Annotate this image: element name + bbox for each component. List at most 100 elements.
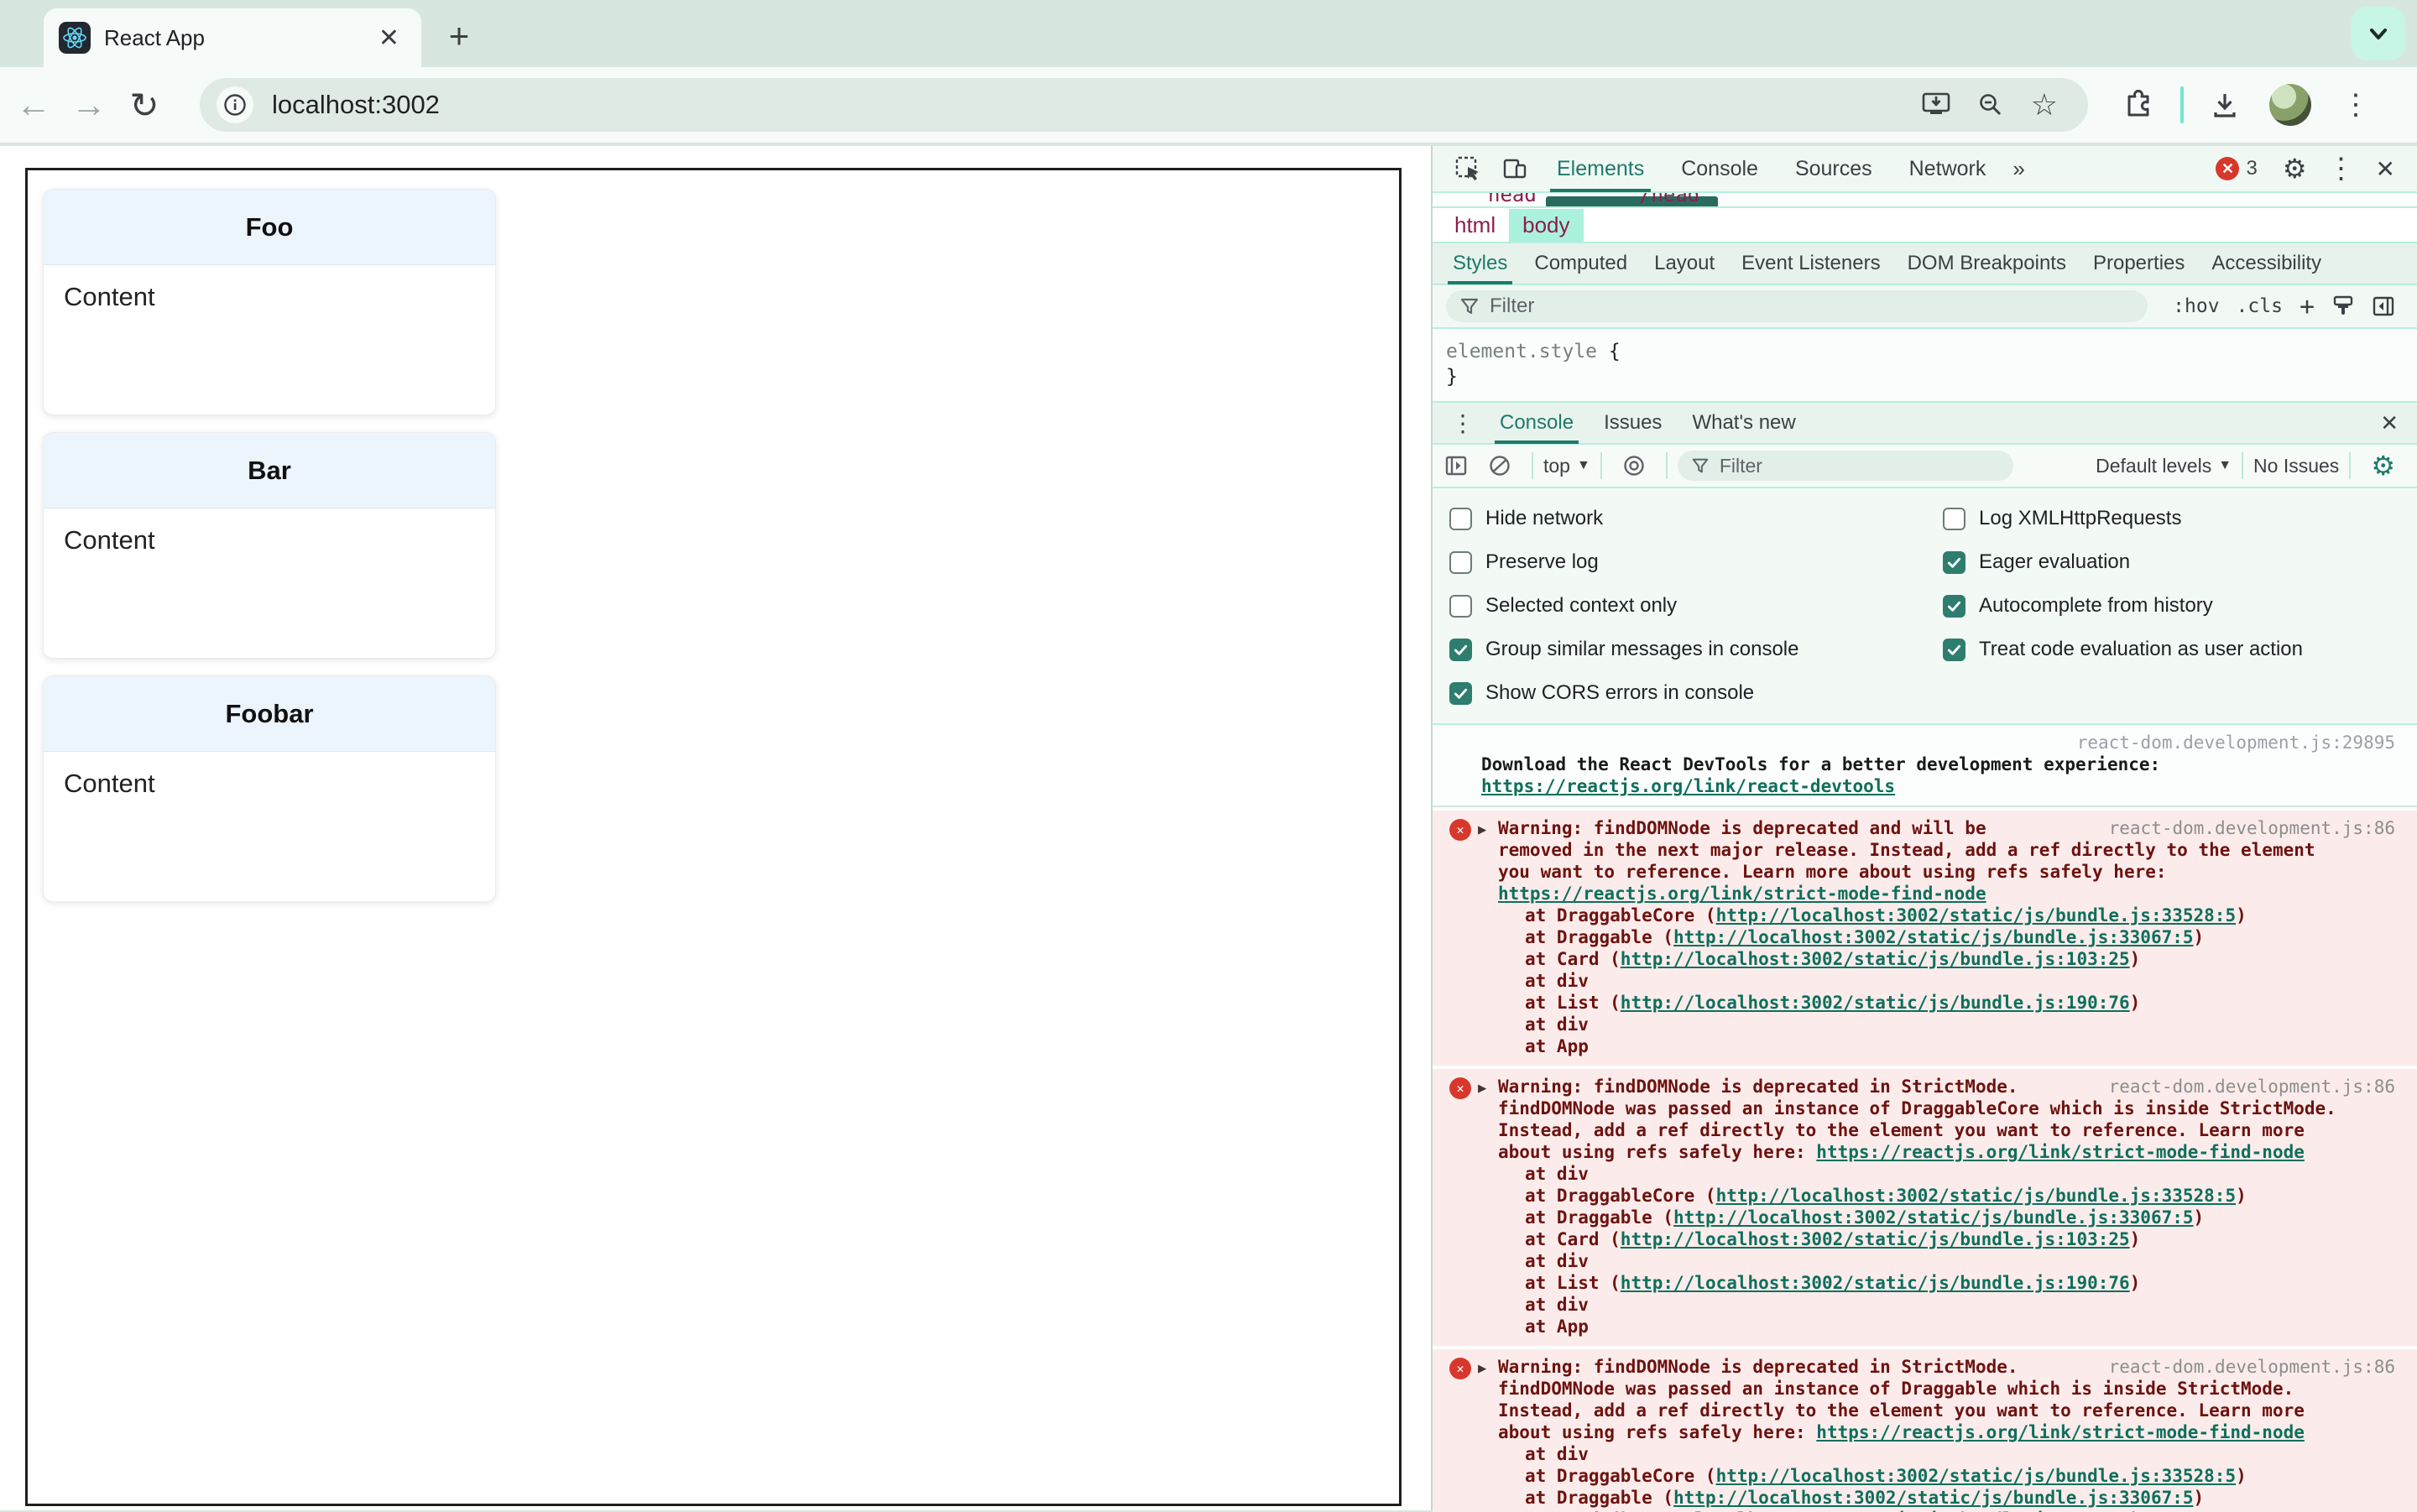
downloads-icon[interactable] — [2211, 91, 2239, 119]
card-title[interactable]: Foo — [44, 190, 495, 265]
console-link[interactable]: https://reactjs.org/link/react-devtools — [1481, 776, 1895, 796]
card-title[interactable]: Foobar — [44, 676, 495, 752]
forward-button[interactable]: → — [67, 85, 111, 125]
drawer-tab-issues[interactable]: Issues — [1589, 402, 1677, 444]
inspect-element-icon[interactable] — [1454, 155, 1481, 182]
console-settings-gear-icon[interactable]: ⚙ — [2371, 450, 2395, 482]
expand-triangle-icon[interactable]: ▶ — [1478, 1077, 1486, 1099]
console-sidebar-icon[interactable] — [1444, 454, 1468, 477]
drawer-tab-console[interactable]: Console — [1485, 402, 1589, 444]
tab-close-icon[interactable]: ✕ — [372, 23, 406, 53]
tab-accessibility[interactable]: Accessibility — [2198, 242, 2335, 284]
tab-styles[interactable]: Styles — [1439, 242, 1521, 284]
console-link[interactable]: http://localhost:3002/static/js/bundle.j… — [1621, 993, 2130, 1013]
new-style-rule-button[interactable]: + — [2300, 292, 2315, 321]
browser-menu-icon[interactable]: ⋮ — [2341, 88, 2370, 122]
console-setting[interactable]: Autocomplete from history — [1943, 584, 2303, 628]
tab-network[interactable]: Network — [1891, 145, 2005, 192]
card-bar[interactable]: Bar Content — [43, 432, 496, 659]
checkbox[interactable] — [1449, 638, 1472, 661]
devtools-settings-gear-icon[interactable]: ⚙ — [2283, 153, 2307, 185]
console-setting[interactable]: Log XMLHttpRequests — [1943, 497, 2303, 540]
tab-elements[interactable]: Elements — [1538, 145, 1663, 192]
tab-console[interactable]: Console — [1663, 145, 1777, 192]
console-filter-input[interactable]: Filter — [1677, 451, 2013, 481]
default-levels-dropdown[interactable]: Default levels — [2096, 455, 2211, 477]
tab-sources[interactable]: Sources — [1777, 145, 1891, 192]
console-link[interactable]: http://localhost:3002/static/js/bundle.j… — [1716, 1186, 2237, 1206]
device-toolbar-icon[interactable] — [1501, 155, 1528, 182]
tab-search-button[interactable] — [2352, 7, 2405, 60]
checkbox[interactable] — [1943, 594, 1965, 618]
message-source-link[interactable]: react-dom.development.js:86 — [2109, 1076, 2395, 1098]
console-setting[interactable]: Hide network — [1449, 497, 1799, 540]
toggle-cls[interactable]: .cls — [2237, 295, 2283, 317]
element-style-rule[interactable]: element.style { } — [1433, 329, 2417, 403]
dom-tree-clipped-row[interactable]: head /head — [1433, 193, 2417, 208]
console-setting[interactable]: Eager evaluation — [1943, 540, 2303, 584]
zoom-out-icon[interactable] — [1977, 91, 2004, 118]
breadcrumb-body[interactable]: body — [1509, 208, 1584, 242]
extensions-puzzle-icon[interactable] — [2123, 90, 2153, 120]
console-link[interactable]: http://localhost:3002/static/js/bundle.j… — [1716, 1466, 2237, 1486]
drawer-tab-whats-new[interactable]: What's new — [1677, 402, 1810, 444]
browser-tab[interactable]: React App ✕ — [44, 8, 421, 67]
checkbox[interactable] — [1943, 507, 1965, 530]
checkbox[interactable] — [1449, 594, 1472, 618]
profile-avatar[interactable] — [2269, 84, 2311, 126]
checkbox[interactable] — [1943, 550, 1965, 574]
tab-dom-breakpoints[interactable]: DOM Breakpoints — [1894, 242, 2080, 284]
console-setting[interactable]: Preserve log — [1449, 540, 1799, 584]
console-setting[interactable]: Group similar messages in console — [1449, 628, 1799, 671]
error-count-badge[interactable]: ✕ 3 — [2216, 157, 2258, 180]
console-link[interactable]: http://localhost:3002/static/js/bundle.j… — [1673, 1488, 2194, 1508]
more-tabs-icon[interactable]: » — [2004, 156, 2033, 182]
devtools-menu-icon[interactable]: ⋮ — [2327, 152, 2356, 185]
tab-properties[interactable]: Properties — [2080, 242, 2198, 284]
no-issues-label[interactable]: No Issues — [2253, 455, 2339, 477]
drawer-menu-icon[interactable]: ⋮ — [1451, 409, 1475, 437]
card-foobar[interactable]: Foobar Content — [43, 675, 496, 902]
bookmark-star-icon[interactable]: ☆ — [2031, 87, 2058, 123]
message-source-link[interactable]: react-dom.development.js:86 — [2109, 1356, 2395, 1378]
console-setting[interactable]: Selected context only — [1449, 584, 1799, 628]
tab-event-listeners[interactable]: Event Listeners — [1728, 242, 1893, 284]
console-link[interactable]: https://reactjs.org/link/strict-mode-fin… — [1816, 1142, 2305, 1162]
checkbox[interactable] — [1449, 507, 1472, 530]
checkbox[interactable] — [1943, 638, 1965, 661]
checkbox[interactable] — [1449, 681, 1472, 705]
reload-button[interactable]: ↻ — [123, 85, 166, 126]
rendering-brush-icon[interactable] — [2331, 295, 2355, 318]
address-bar[interactable]: localhost:3002 ☆ — [200, 78, 2088, 132]
expand-triangle-icon[interactable]: ▶ — [1478, 1358, 1486, 1379]
console-link[interactable]: http://localhost:3002/static/js/bundle.j… — [1716, 905, 2237, 925]
tab-computed[interactable]: Computed — [1521, 242, 1641, 284]
console-link[interactable]: http://localhost:3002/static/js/bundle.j… — [1673, 927, 2194, 947]
new-tab-button[interactable]: + — [440, 18, 478, 57]
drawer-close-icon[interactable]: ✕ — [2380, 410, 2399, 436]
message-source-link[interactable]: react-dom.development.js:29895 — [1501, 732, 2395, 753]
message-source-link[interactable]: react-dom.development.js:86 — [2109, 817, 2395, 839]
site-info-icon[interactable] — [217, 86, 253, 123]
breadcrumb-html[interactable]: html — [1441, 209, 1509, 242]
console-link[interactable]: https://reactjs.org/link/strict-mode-fin… — [1816, 1422, 2305, 1442]
console-link[interactable]: http://localhost:3002/static/js/bundle.j… — [1673, 1207, 2194, 1228]
styles-filter-input[interactable]: Filter — [1446, 290, 2148, 322]
install-app-icon[interactable] — [1922, 91, 1950, 118]
devtools-close-icon[interactable]: ✕ — [2376, 155, 2395, 183]
sidebar-toggle-icon[interactable] — [2372, 295, 2395, 318]
back-button[interactable]: ← — [12, 85, 55, 125]
console-setting[interactable]: Treat code evaluation as user action — [1943, 628, 2303, 671]
card-title[interactable]: Bar — [44, 433, 495, 508]
console-setting[interactable]: Show CORS errors in console — [1449, 671, 1799, 715]
expand-triangle-icon[interactable]: ▶ — [1478, 819, 1486, 841]
tab-layout[interactable]: Layout — [1641, 242, 1728, 284]
checkbox[interactable] — [1449, 550, 1472, 574]
console-link[interactable]: http://localhost:3002/static/js/bundle.j… — [1621, 949, 2130, 969]
toggle-hov[interactable]: :hov — [2173, 295, 2219, 317]
live-expression-eye-icon[interactable] — [1622, 454, 1646, 477]
clear-console-icon[interactable] — [1488, 454, 1511, 477]
console-link[interactable]: http://localhost:3002/static/js/bundle.j… — [1621, 1273, 2130, 1293]
console-link[interactable]: http://localhost:3002/static/js/bundle.j… — [1621, 1229, 2130, 1249]
console-link[interactable]: https://reactjs.org/link/strict-mode-fin… — [1498, 884, 1986, 904]
